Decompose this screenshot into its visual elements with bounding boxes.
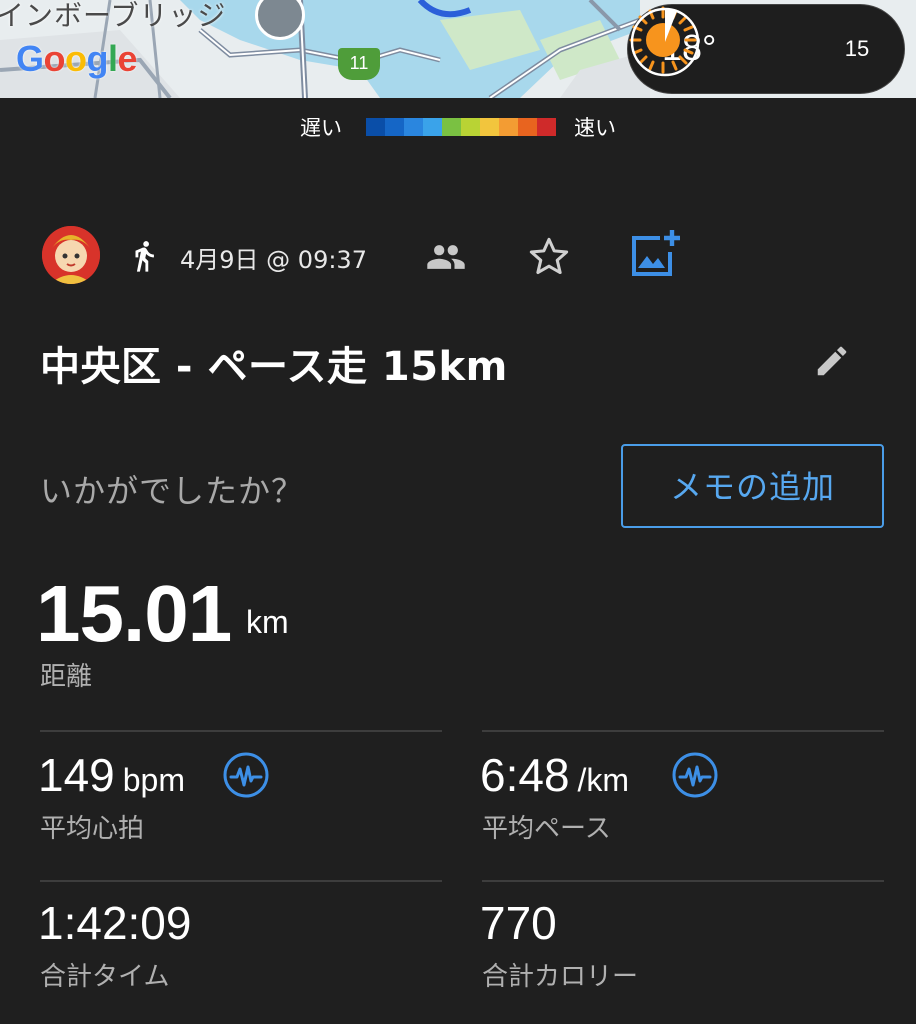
distance-value: 15.01: [36, 569, 232, 658]
total-time-label: 合計タイム: [40, 962, 170, 992]
edit-icon[interactable]: [813, 342, 851, 380]
avg-pace: 6:48/km: [480, 748, 629, 802]
route-badge: 11: [338, 48, 380, 80]
activity-title: 中央区 - ペース走 15km: [40, 344, 508, 390]
divider: [40, 730, 442, 732]
star-icon[interactable]: [526, 234, 572, 280]
weather-widget: 18° 15: [628, 5, 904, 93]
legend-color-swatch: [385, 118, 404, 136]
avg-pace-label: 平均ペース: [482, 814, 611, 844]
legend-fast-label: 速い: [574, 116, 616, 140]
legend-color-scale: [366, 118, 556, 136]
avg-pace-value: 6:48: [480, 749, 570, 801]
avg-heart-rate: 149 bpm: [38, 748, 185, 802]
add-memo-button[interactable]: メモの追加: [621, 444, 884, 528]
avatar[interactable]: [42, 226, 100, 284]
legend-color-swatch: [537, 118, 556, 136]
heart-rate-graph-icon[interactable]: [222, 751, 270, 799]
avg-pace-unit: /km: [577, 762, 630, 798]
activity-datetime: 4月9日 @ 09:37: [180, 246, 367, 274]
avg-heart-rate-value: 149: [38, 749, 115, 801]
feedback-prompt: いかがでしたか？: [40, 472, 305, 510]
avg-heart-rate-unit: bpm: [122, 762, 185, 798]
map-place-label: インボーブリッジ: [0, 0, 227, 32]
avatar-image: [42, 226, 100, 284]
pace-graph-icon[interactable]: [671, 751, 719, 799]
running-icon: [135, 241, 154, 272]
legend-color-swatch: [461, 118, 480, 136]
timer-value: 15: [844, 36, 870, 61]
total-calories-value: 770: [480, 897, 557, 949]
avg-heart-rate-label: 平均心拍: [40, 814, 145, 844]
legend-color-swatch: [518, 118, 537, 136]
map-preview[interactable]: インボーブリッジ Google 11 18° 15: [0, 0, 916, 98]
divider: [482, 730, 884, 732]
timer-icon: [630, 7, 700, 77]
legend-color-swatch: [423, 118, 442, 136]
legend-color-swatch: [499, 118, 518, 136]
divider: [40, 880, 442, 882]
legend-color-swatch: [404, 118, 423, 136]
pace-legend: 遅い 速い: [0, 112, 916, 142]
google-logo: Google: [16, 38, 138, 79]
total-calories-label: 合計カロリー: [482, 962, 639, 992]
distance-unit: km: [246, 604, 289, 640]
legend-color-swatch: [366, 118, 385, 136]
legend-color-swatch: [480, 118, 499, 136]
legend-slow-label: 遅い: [300, 116, 342, 140]
legend-color-swatch: [442, 118, 461, 136]
divider: [482, 880, 884, 882]
people-icon[interactable]: [425, 240, 467, 274]
distance-label: 距離: [40, 662, 93, 692]
add-photo-icon[interactable]: [630, 230, 682, 280]
total-time-value: 1:42:09: [38, 897, 192, 949]
